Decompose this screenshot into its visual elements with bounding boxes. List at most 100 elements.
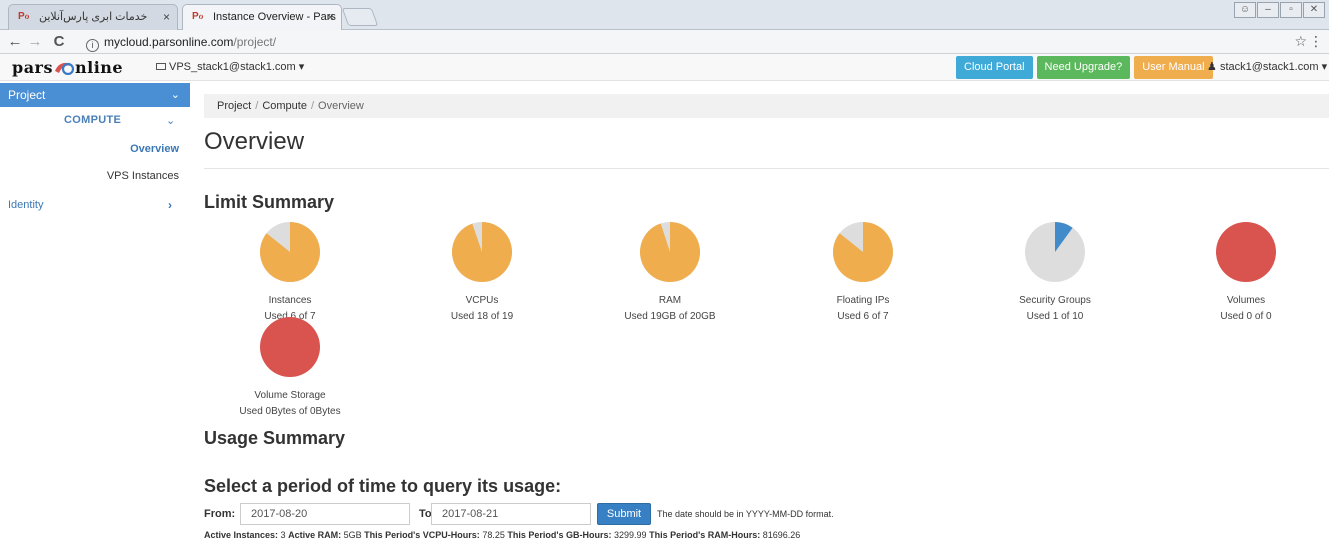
limit-pie-volumes: Volumes Used 0 of 0 bbox=[1166, 222, 1326, 322]
parsonline-logo[interactable]: pars nline bbox=[12, 57, 123, 77]
info-icon[interactable]: i bbox=[86, 39, 99, 52]
app-navbar: pars nline VPS_stack1@stack1.com ▾ Cloud… bbox=[0, 54, 1329, 81]
pie-chart bbox=[1216, 222, 1276, 282]
new-tab-button[interactable] bbox=[341, 8, 379, 26]
page-title: Overview bbox=[204, 128, 305, 155]
pie-used-text: Used 0Bytes of 0Bytes bbox=[239, 406, 341, 417]
url-host: mycloud.parsonline.com bbox=[104, 35, 234, 49]
navbar-buttons: Cloud Portal Need Upgrade? User Manual bbox=[956, 56, 1213, 79]
pie-chart bbox=[1025, 222, 1085, 282]
sidebar-item-vps-instances[interactable]: VPS Instances bbox=[107, 170, 179, 182]
logo-swirl-icon bbox=[55, 62, 75, 75]
stat-value: 78.25 bbox=[482, 530, 505, 540]
sidebar-item-project[interactable]: Project ⌄ bbox=[0, 83, 190, 107]
breadcrumb-project[interactable]: Project bbox=[217, 100, 251, 112]
forward-arrow-icon[interactable]: → bbox=[26, 32, 44, 52]
bookmark-star-icon[interactable]: ☆ bbox=[1294, 33, 1307, 50]
project-selector-label: VPS_stack1@stack1.com ▾ bbox=[169, 61, 305, 73]
pie-label: VCPUs bbox=[465, 295, 499, 306]
sidebar-item-label: Project bbox=[8, 88, 46, 102]
address-bar: ← → C i mycloud.parsonline.com/project/ ☆… bbox=[0, 30, 1329, 54]
pie-label: RAM bbox=[658, 295, 682, 306]
logo-text-left: pars bbox=[12, 58, 53, 77]
pie-chart bbox=[452, 222, 512, 282]
limit-summary-title: Limit Summary bbox=[204, 192, 335, 212]
close-window-icon[interactable]: ✕ bbox=[1303, 2, 1325, 18]
date-format-hint: The date should be in YYYY-MM-DD format. bbox=[657, 509, 834, 519]
to-date-input[interactable] bbox=[431, 503, 591, 525]
from-date-input[interactable] bbox=[240, 503, 410, 525]
stat-value: 3299.99 bbox=[614, 530, 647, 540]
profile-icon[interactable]: ☺ bbox=[1234, 2, 1256, 18]
limit-pie-floating-ips: Floating IPs Used 6 of 7 bbox=[783, 222, 943, 322]
pie-used-text: Used 6 of 7 bbox=[837, 311, 889, 322]
stat-label: This Period's GB-Hours: bbox=[507, 530, 612, 540]
need-upgrade-button[interactable]: Need Upgrade? bbox=[1036, 56, 1131, 79]
limit-pie-ram: RAM Used 19GB of 20GB bbox=[590, 222, 750, 322]
close-icon[interactable]: × bbox=[327, 5, 334, 29]
stat-label: This Period's VCPU-Hours: bbox=[364, 530, 480, 540]
project-icon bbox=[156, 63, 166, 70]
chevron-down-icon: ⌄ bbox=[170, 89, 180, 101]
maximize-icon[interactable]: ▫ bbox=[1280, 2, 1302, 18]
reload-icon[interactable]: C bbox=[50, 32, 68, 52]
pie-label: Instances bbox=[268, 295, 312, 306]
limit-pie-volume-storage: Volume Storage Used 0Bytes of 0Bytes bbox=[210, 317, 370, 417]
stat-value: 3 bbox=[280, 530, 286, 540]
stat-value: 81696.26 bbox=[762, 530, 801, 540]
sidebar: Project ⌄ COMPUTE ⌄ Overview VPS Instanc… bbox=[0, 81, 190, 542]
divider bbox=[204, 168, 1329, 169]
pie-label: Volume Storage bbox=[254, 390, 326, 401]
breadcrumb: Project / Compute / Overview bbox=[204, 94, 1329, 118]
pie-remaining-slice bbox=[1216, 222, 1276, 282]
parsonline-favicon-icon: Pℴ bbox=[192, 11, 204, 22]
from-label: From: bbox=[204, 508, 236, 520]
browser-tab-strip: Pℴ خدمات ابری پارس‌آنلاین × Pℴ Instance … bbox=[0, 0, 1329, 30]
pie-used-text: Used 19GB of 20GB bbox=[624, 311, 716, 322]
submit-button[interactable]: Submit bbox=[597, 503, 651, 525]
minimize-icon[interactable]: – bbox=[1257, 2, 1279, 18]
pie-chart bbox=[833, 222, 893, 282]
browser-menu-icon[interactable]: ⋮ bbox=[1309, 33, 1323, 50]
browser-tab-parsonline-services[interactable]: Pℴ خدمات ابری پارس‌آنلاین × bbox=[8, 4, 178, 30]
breadcrumb-compute[interactable]: Compute bbox=[262, 100, 307, 112]
usage-summary-title: Usage Summary bbox=[204, 428, 346, 448]
window-controls: ☺ – ▫ ✕ bbox=[1234, 2, 1325, 18]
browser-tab-instance-overview[interactable]: Pℴ Instance Overview - Pars × bbox=[182, 4, 342, 30]
stat-label: Active RAM: bbox=[288, 530, 342, 540]
pie-chart bbox=[260, 222, 320, 282]
pie-used-text: Used 0 of 0 bbox=[1220, 311, 1272, 322]
user-menu-dropdown[interactable]: ♟ stack1@stack1.com ▾ bbox=[1207, 60, 1327, 73]
period-title: Select a period of time to query its usa… bbox=[204, 476, 562, 496]
tab-title: خدمات ابری پارس‌آنلاین bbox=[39, 11, 148, 23]
pie-chart bbox=[640, 222, 700, 282]
breadcrumb-overview: Overview bbox=[318, 100, 364, 112]
pie-used-text: Used 18 of 19 bbox=[450, 311, 514, 322]
project-selector-dropdown[interactable]: VPS_stack1@stack1.com ▾ bbox=[156, 60, 304, 73]
cloud-portal-button[interactable]: Cloud Portal bbox=[956, 56, 1033, 79]
pie-label: Floating IPs bbox=[836, 295, 890, 306]
limit-pie-vcpus: VCPUs Used 18 of 19 bbox=[402, 222, 562, 322]
sidebar-item-overview[interactable]: Overview bbox=[130, 143, 179, 155]
pie-used-text: Used 1 of 10 bbox=[1026, 311, 1084, 322]
pie-remaining-slice bbox=[260, 317, 320, 377]
back-arrow-icon[interactable]: ← bbox=[6, 32, 24, 52]
close-icon[interactable]: × bbox=[163, 5, 170, 29]
chevron-right-icon: › bbox=[168, 198, 172, 212]
url-path: /project/ bbox=[233, 35, 277, 49]
logo-text-right: nline bbox=[75, 58, 124, 77]
chevron-down-icon: ⌄ bbox=[166, 115, 176, 127]
pie-used-slice bbox=[640, 222, 700, 282]
tab-title: Instance Overview - Pars bbox=[213, 11, 336, 23]
sidebar-item-compute[interactable]: COMPUTE bbox=[64, 114, 121, 126]
pie-label: Security Groups bbox=[1019, 295, 1091, 306]
stat-label: Active Instances: bbox=[204, 530, 279, 540]
stat-label: This Period's RAM-Hours: bbox=[649, 530, 761, 540]
url-field[interactable]: i mycloud.parsonline.com/project/ bbox=[86, 32, 1306, 52]
sidebar-item-identity[interactable]: Identity bbox=[8, 199, 43, 211]
user-manual-button[interactable]: User Manual bbox=[1134, 56, 1213, 79]
usage-stats: Active Instances: 3 Active RAM: 5GB This… bbox=[204, 530, 800, 540]
pie-used-slice bbox=[452, 222, 512, 282]
pie-chart bbox=[260, 317, 320, 377]
user-icon: ♟ bbox=[1207, 61, 1217, 73]
